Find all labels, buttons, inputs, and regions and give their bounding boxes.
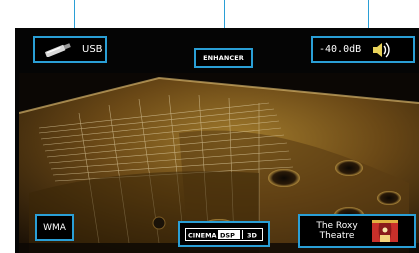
tv-screen: USB ENHANCER -40.0dB WMA CINEMA DSP 3D T… — [15, 28, 419, 253]
program-name-line2: Theatre — [319, 231, 355, 241]
codec-indicator: WMA — [35, 214, 74, 241]
codec-label: WMA — [43, 222, 66, 233]
source-indicator: USB — [33, 36, 107, 63]
cinema-dsp-logo-text-cinema: CINEMA — [188, 231, 217, 239]
cinema-dsp-indicator: CINEMA DSP 3D — [178, 221, 270, 247]
volume-indicator: -40.0dB — [311, 36, 415, 63]
enhancer-indicator: ENHANCER — [194, 48, 253, 68]
callout-line-source — [74, 0, 75, 28]
program-name-line1: The Roxy — [316, 221, 358, 231]
theatre-stage-icon — [372, 220, 398, 242]
cinema-dsp-3d-logo: CINEMA DSP 3D — [185, 227, 263, 241]
source-label: USB — [82, 44, 103, 55]
cinema-dsp-logo-text-3d: 3D — [247, 231, 258, 239]
program-name: The Roxy Theatre — [312, 221, 362, 241]
speaker-icon — [373, 42, 390, 57]
cinema-dsp-logo-text-dsp: DSP — [220, 231, 235, 239]
enhancer-label: ENHANCER — [203, 54, 244, 62]
osd-diagram: USB ENHANCER -40.0dB WMA CINEMA DSP 3D T… — [0, 0, 419, 253]
usb-stick-icon — [45, 42, 71, 57]
dsp-program-indicator: The Roxy Theatre — [298, 214, 416, 248]
volume-value: -40.0dB — [319, 44, 362, 55]
